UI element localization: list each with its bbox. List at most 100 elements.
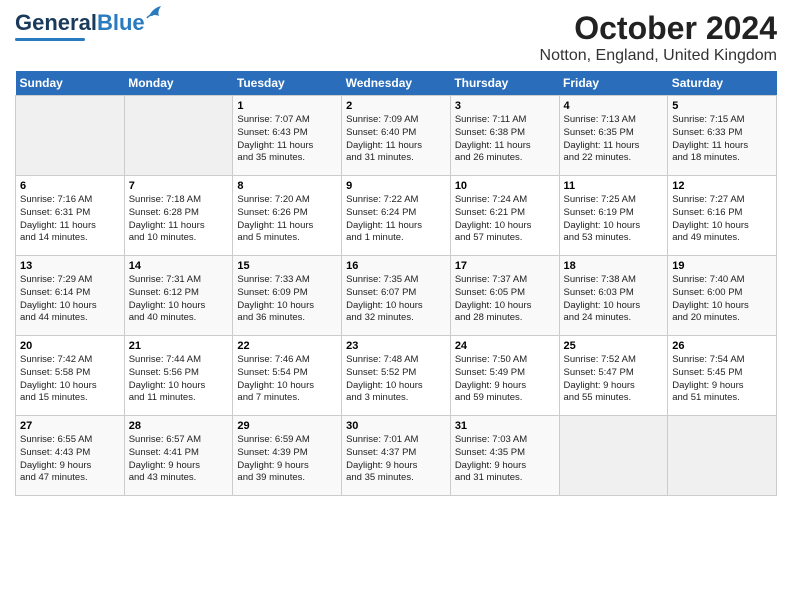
day-number: 25 — [564, 340, 664, 352]
calendar-cell: 17Sunrise: 7:37 AM Sunset: 6:05 PM Dayli… — [450, 256, 559, 336]
day-info: Sunrise: 7:44 AM Sunset: 5:56 PM Dayligh… — [129, 354, 229, 405]
day-info: Sunrise: 7:22 AM Sunset: 6:24 PM Dayligh… — [346, 194, 446, 245]
calendar-cell: 1 Sunrise: 7:07 AM Sunset: 6:43 PM Daylig… — [233, 96, 342, 176]
day-info: Sunrise: 7:52 AM Sunset: 5:47 PM Dayligh… — [564, 354, 664, 405]
calendar-cell: 20 Sunrise: 7:42 AM Sunset: 5:58 PM Dayli… — [16, 336, 125, 416]
day-number: 22 — [237, 340, 337, 352]
day-number: 26 — [672, 340, 772, 352]
day-info: Sunrise: 7:31 AM Sunset: 6:12 PM Dayligh… — [129, 274, 229, 325]
calendar-cell: 8 Sunrise: 7:20 AM Sunset: 6:26 PM Daylig… — [233, 176, 342, 256]
day-number: 14 — [129, 260, 229, 272]
calendar-cell: 16 Sunrise: 7:35 AM Sunset: 6:07 PM Dayli… — [342, 256, 451, 336]
day-number: 24 — [455, 340, 555, 352]
day-info: Sunrise: 6:59 AM Sunset: 4:39 PM Dayligh… — [237, 434, 337, 485]
calendar-cell: 14 Sunrise: 7:31 AM Sunset: 6:12 PM Dayli… — [124, 256, 233, 336]
calendar-week-4: 20 Sunrise: 7:42 AM Sunset: 5:58 PM Dayli… — [16, 336, 777, 416]
day-info: Sunrise: 7:20 AM Sunset: 6:26 PM Dayligh… — [237, 194, 337, 245]
day-info: Sunrise: 7:42 AM Sunset: 5:58 PM Dayligh… — [20, 354, 120, 405]
day-number: 30 — [346, 420, 446, 432]
day-info: Sunrise: 7:38 AM Sunset: 6:03 PM Dayligh… — [564, 274, 664, 325]
calendar-cell: 9 Sunrise: 7:22 AM Sunset: 6:24 PM Daylig… — [342, 176, 451, 256]
day-info: Sunrise: 7:54 AM Sunset: 5:45 PM Dayligh… — [672, 354, 772, 405]
calendar-cell: 31 Sunrise: 7:03 AM Sunset: 4:35 PM Dayli… — [450, 416, 559, 496]
day-info: Sunrise: 7:03 AM Sunset: 4:35 PM Dayligh… — [455, 434, 555, 485]
day-number: 13 — [20, 260, 120, 272]
page-header: GeneralBlue October 2024 Notton, England… — [15, 10, 777, 65]
day-info: Sunrise: 7:33 AM Sunset: 6:09 PM Dayligh… — [237, 274, 337, 325]
day-info: Sunrise: 7:09 AM Sunset: 6:40 PM Dayligh… — [346, 114, 446, 165]
day-number: 6 — [20, 180, 120, 192]
calendar-cell: 23 Sunrise: 7:48 AM Sunset: 5:52 PM Dayli… — [342, 336, 451, 416]
calendar-week-5: 27Sunrise: 6:55 AM Sunset: 4:43 PM Dayli… — [16, 416, 777, 496]
day-number: 1 — [237, 100, 337, 112]
day-number: 3 — [455, 100, 555, 112]
calendar-cell: 13 Sunrise: 7:29 AM Sunset: 6:14 PM Dayli… — [16, 256, 125, 336]
calendar-cell: 28 Sunrise: 6:57 AM Sunset: 4:41 PM Dayli… — [124, 416, 233, 496]
header-wednesday: Wednesday — [342, 71, 451, 96]
day-info: Sunrise: 7:37 AM Sunset: 6:05 PM Dayligh… — [455, 274, 555, 325]
day-number: 27 — [20, 420, 120, 432]
day-number: 20 — [20, 340, 120, 352]
day-number: 31 — [455, 420, 555, 432]
calendar-cell — [668, 416, 777, 496]
day-number: 23 — [346, 340, 446, 352]
day-number: 10 — [455, 180, 555, 192]
calendar-cell: 2Sunrise: 7:09 AM Sunset: 6:40 PM Daylig… — [342, 96, 451, 176]
day-info: Sunrise: 7:35 AM Sunset: 6:07 PM Dayligh… — [346, 274, 446, 325]
calendar-cell: 3Sunrise: 7:11 AM Sunset: 6:38 PM Daylig… — [450, 96, 559, 176]
day-info: Sunrise: 7:40 AM Sunset: 6:00 PM Dayligh… — [672, 274, 772, 325]
day-number: 7 — [129, 180, 229, 192]
day-number: 21 — [129, 340, 229, 352]
day-number: 16 — [346, 260, 446, 272]
calendar-cell: 24 Sunrise: 7:50 AM Sunset: 5:49 PM Dayli… — [450, 336, 559, 416]
calendar-week-3: 13 Sunrise: 7:29 AM Sunset: 6:14 PM Dayli… — [16, 256, 777, 336]
calendar-cell: 26 Sunrise: 7:54 AM Sunset: 5:45 PM Dayli… — [668, 336, 777, 416]
header-tuesday: Tuesday — [233, 71, 342, 96]
day-info: Sunrise: 7:15 AM Sunset: 6:33 PM Dayligh… — [672, 114, 772, 165]
calendar-cell: 11Sunrise: 7:25 AM Sunset: 6:19 PM Dayli… — [559, 176, 668, 256]
calendar-cell: 15 Sunrise: 7:33 AM Sunset: 6:09 PM Dayli… — [233, 256, 342, 336]
day-number: 8 — [237, 180, 337, 192]
day-number: 19 — [672, 260, 772, 272]
title-block: October 2024 Notton, England, United Kin… — [540, 10, 777, 65]
header-sunday: Sunday — [16, 71, 125, 96]
day-info: Sunrise: 7:29 AM Sunset: 6:14 PM Dayligh… — [20, 274, 120, 325]
header-friday: Friday — [559, 71, 668, 96]
day-number: 29 — [237, 420, 337, 432]
logo-bird-icon — [141, 2, 163, 24]
page-title: October 2024 — [540, 10, 777, 47]
header-saturday: Saturday — [668, 71, 777, 96]
calendar-cell: 7Sunrise: 7:18 AM Sunset: 6:28 PM Daylig… — [124, 176, 233, 256]
calendar-cell: 30 Sunrise: 7:01 AM Sunset: 4:37 PM Dayli… — [342, 416, 451, 496]
day-info: Sunrise: 7:07 AM Sunset: 6:43 PM Dayligh… — [237, 114, 337, 165]
logo-text: GeneralBlue — [15, 10, 145, 35]
calendar-cell: 22Sunrise: 7:46 AM Sunset: 5:54 PM Dayli… — [233, 336, 342, 416]
calendar-cell: 6 Sunrise: 7:16 AM Sunset: 6:31 PM Daylig… — [16, 176, 125, 256]
header-monday: Monday — [124, 71, 233, 96]
day-info: Sunrise: 6:57 AM Sunset: 4:41 PM Dayligh… — [129, 434, 229, 485]
calendar-week-1: 1 Sunrise: 7:07 AM Sunset: 6:43 PM Daylig… — [16, 96, 777, 176]
calendar-week-2: 6 Sunrise: 7:16 AM Sunset: 6:31 PM Daylig… — [16, 176, 777, 256]
page-subtitle: Notton, England, United Kingdom — [540, 47, 777, 65]
day-number: 12 — [672, 180, 772, 192]
day-number: 15 — [237, 260, 337, 272]
calendar-cell: 19 Sunrise: 7:40 AM Sunset: 6:00 PM Dayli… — [668, 256, 777, 336]
calendar-cell: 29 Sunrise: 6:59 AM Sunset: 4:39 PM Dayli… — [233, 416, 342, 496]
header-thursday: Thursday — [450, 71, 559, 96]
day-number: 28 — [129, 420, 229, 432]
calendar-cell — [559, 416, 668, 496]
day-number: 18 — [564, 260, 664, 272]
calendar-cell: 10 Sunrise: 7:24 AM Sunset: 6:21 PM Dayli… — [450, 176, 559, 256]
day-info: Sunrise: 7:16 AM Sunset: 6:31 PM Dayligh… — [20, 194, 120, 245]
day-info: Sunrise: 7:24 AM Sunset: 6:21 PM Dayligh… — [455, 194, 555, 245]
day-info: Sunrise: 7:01 AM Sunset: 4:37 PM Dayligh… — [346, 434, 446, 485]
calendar-cell: 21 Sunrise: 7:44 AM Sunset: 5:56 PM Dayli… — [124, 336, 233, 416]
calendar-cell: 5Sunrise: 7:15 AM Sunset: 6:33 PM Daylig… — [668, 96, 777, 176]
calendar-cell — [16, 96, 125, 176]
calendar-cell: 12Sunrise: 7:27 AM Sunset: 6:16 PM Dayli… — [668, 176, 777, 256]
day-info: Sunrise: 7:48 AM Sunset: 5:52 PM Dayligh… — [346, 354, 446, 405]
day-number: 9 — [346, 180, 446, 192]
day-info: Sunrise: 7:50 AM Sunset: 5:49 PM Dayligh… — [455, 354, 555, 405]
calendar-table: SundayMondayTuesdayWednesdayThursdayFrid… — [15, 71, 777, 496]
day-number: 11 — [564, 180, 664, 192]
